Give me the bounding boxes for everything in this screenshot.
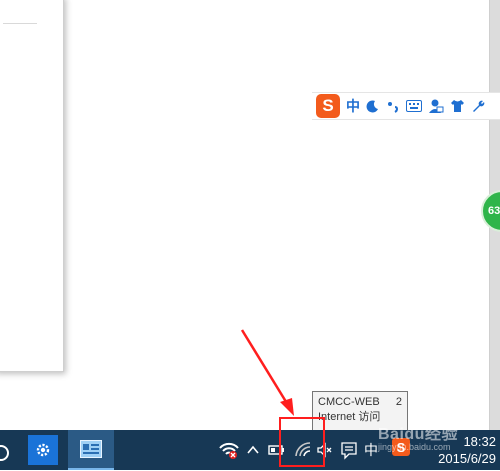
show-hidden-icons-chevron-icon[interactable] [246, 440, 260, 460]
gear-icon [36, 443, 50, 457]
ime-indicator[interactable]: 中 [364, 440, 378, 460]
action-center-icon[interactable] [340, 440, 358, 460]
cortana-icon[interactable] [0, 436, 10, 466]
settings-taskbar-button[interactable] [28, 435, 58, 465]
wifi-disconnected-icon[interactable] [218, 440, 240, 460]
clock-time: 18:32 [463, 434, 496, 449]
app-taskbar-button[interactable] [68, 430, 114, 470]
network-name: CMCC-WEB [318, 396, 380, 408]
annotation-arrow [240, 329, 294, 416]
network-number: 2 [395, 396, 402, 408]
annotation-highlight-box [279, 417, 325, 467]
clock-date: 2015/6/29 [438, 451, 496, 466]
taskbar-clock[interactable]: 18:32 2015/6/29 [424, 432, 500, 470]
window-app-icon [80, 440, 102, 458]
